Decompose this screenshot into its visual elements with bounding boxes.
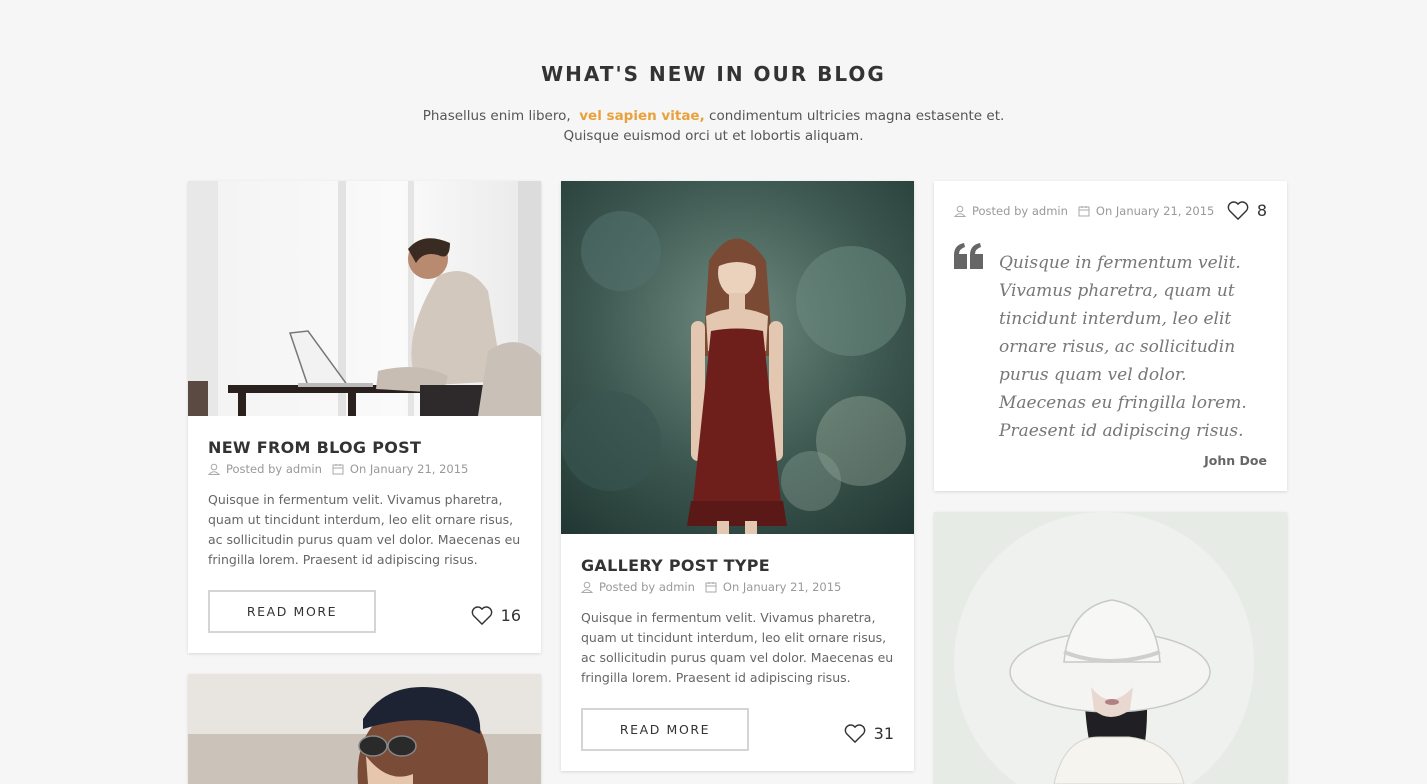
blog-post-card: GALLERY POST TYPE Posted by admin On Jan… (561, 181, 914, 771)
post-excerpt: Quisque in fermentum velit. Vivamus phar… (208, 492, 521, 567)
post-date: On January 21, 2015 (705, 580, 841, 594)
like-button[interactable]: 8 (1227, 201, 1267, 220)
calendar-icon (705, 582, 717, 593)
post-image-man-laptop[interactable] (188, 181, 541, 416)
heart-icon (1227, 201, 1249, 220)
heart-icon (471, 606, 492, 625)
post-title[interactable]: NEW FROM BLOG POST (208, 438, 421, 457)
post-image-woman-hat[interactable] (934, 512, 1287, 784)
like-count: 16 (500, 606, 521, 625)
post-author: Posted by admin (954, 204, 1068, 218)
blog-post-card-partial (188, 674, 541, 784)
subtitle-text: Phasellus enim libero, (422, 108, 571, 124)
post-author-text: Posted by admin (226, 462, 322, 476)
post-date-text: On January 21, 2015 (722, 580, 842, 594)
section-subtitle: Phasellus enim libero, vel sapien vitae,… (0, 106, 1427, 146)
post-date-text: On January 21, 2015 (349, 462, 469, 476)
quote-text: Quisque in fermentum velit. Vivamus phar… (999, 253, 1247, 441)
post-meta: Posted by admin On January 21, 2015 (208, 462, 478, 476)
post-image-woman-forest[interactable] (561, 181, 914, 534)
calendar-icon (332, 464, 344, 475)
user-icon (954, 205, 966, 217)
post-image-woman-beanie[interactable] (188, 674, 541, 784)
post-meta: Posted by admin On January 21, 2015 (581, 580, 851, 594)
read-more-button[interactable]: READ MORE (208, 590, 376, 633)
blog-post-card: NEW FROM BLOG POST Posted by admin On Ja… (188, 181, 541, 653)
like-button[interactable]: 31 (844, 724, 894, 743)
quote-post-card: Posted by admin On January 21, 2015 8 Qu… (934, 181, 1287, 491)
post-date: On January 21, 2015 (332, 462, 468, 476)
user-icon (581, 581, 593, 593)
heart-icon (844, 724, 865, 743)
read-more-button[interactable]: READ MORE (581, 708, 749, 751)
quote-icon (954, 243, 983, 269)
post-excerpt: Quisque in fermentum velit. Vivamus phar… (581, 610, 894, 685)
like-count: 31 (873, 724, 894, 743)
post-title[interactable]: GALLERY POST TYPE (581, 556, 770, 575)
like-count: 8 (1256, 201, 1267, 220)
subtitle-text-after: condimentum ultricies magna estasente et… (709, 108, 1005, 124)
like-button[interactable]: 16 (471, 606, 521, 625)
subtitle-highlight-link[interactable]: vel sapien vitae, (579, 108, 704, 124)
user-icon (208, 463, 220, 475)
blog-post-card-partial (934, 512, 1287, 784)
post-meta: Posted by admin On January 21, 2015 (954, 204, 1224, 218)
post-date: On January 21, 2015 (1078, 204, 1214, 218)
post-author-text: Posted by admin (599, 580, 695, 594)
section-title: WHAT'S NEW IN OUR BLOG (541, 62, 886, 86)
subtitle-line-2: Quisque euismod orci ut et lobortis aliq… (563, 128, 864, 144)
post-author: Posted by admin (581, 580, 695, 594)
post-author: Posted by admin (208, 462, 322, 476)
post-author-text: Posted by admin (972, 204, 1068, 218)
quote-author: John Doe (1204, 453, 1267, 468)
post-date-text: On January 21, 2015 (1095, 204, 1215, 218)
calendar-icon (1078, 206, 1090, 217)
